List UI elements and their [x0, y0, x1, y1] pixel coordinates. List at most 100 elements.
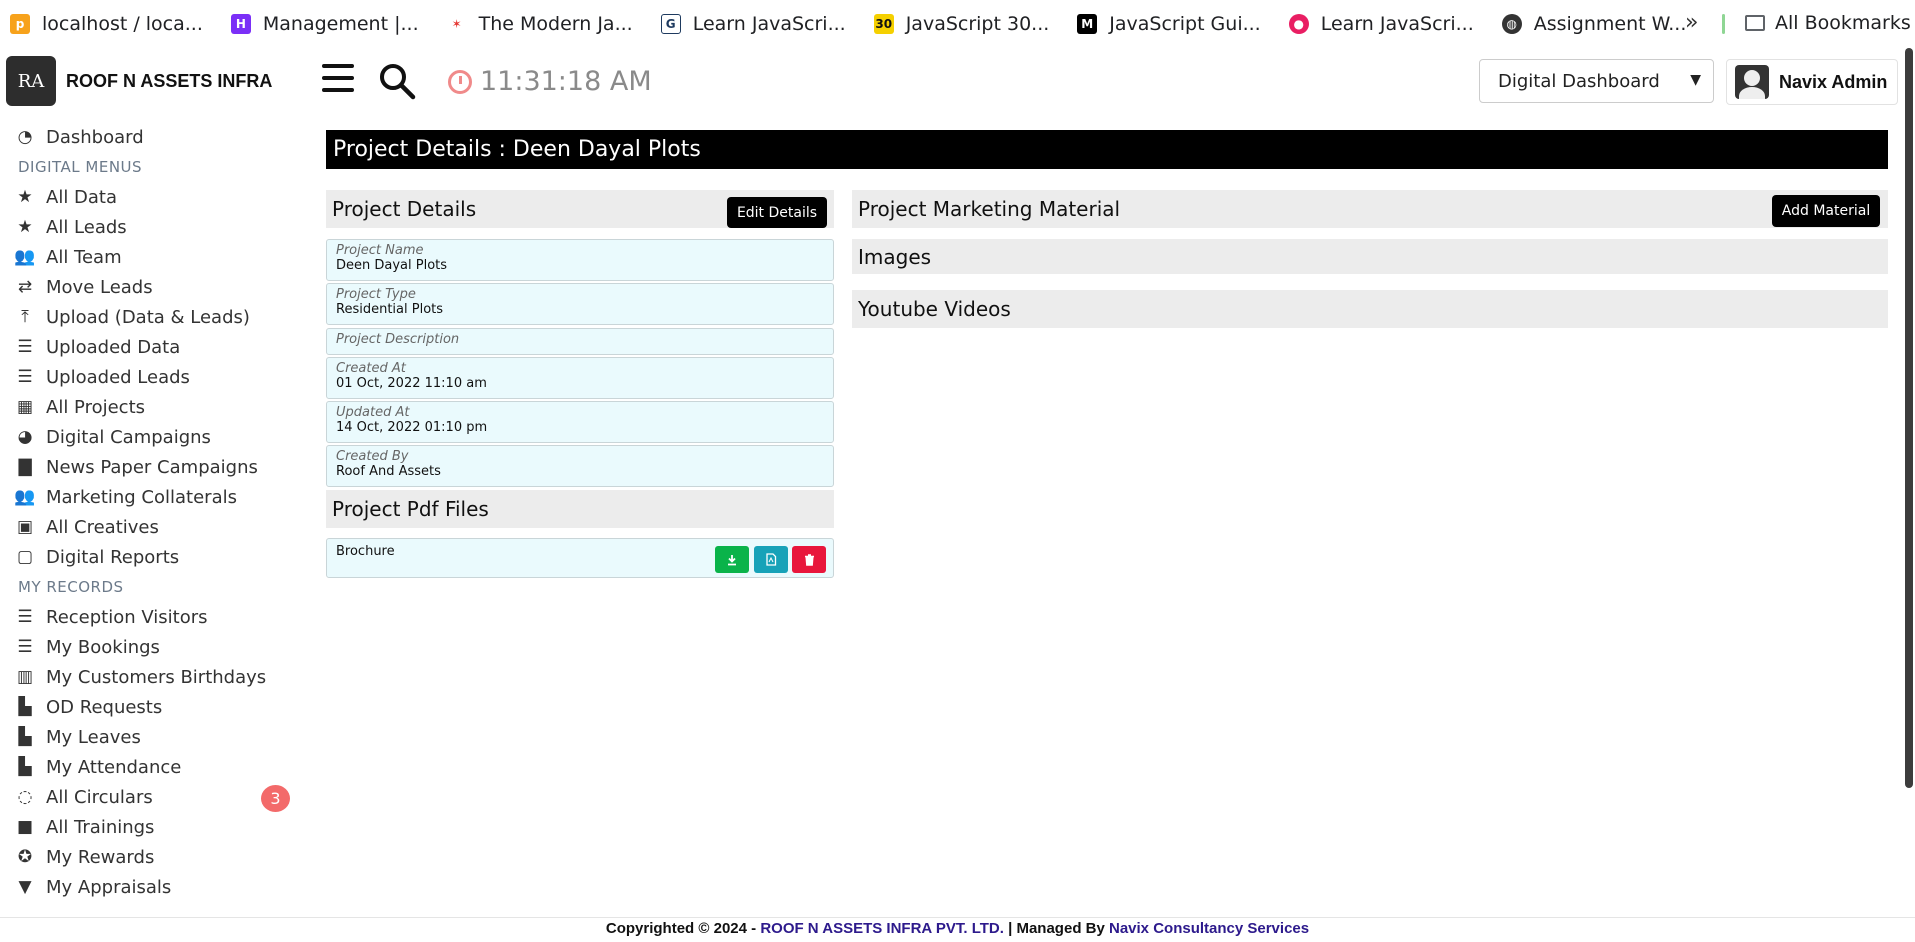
sidebar-item-upload[interactable]: ⤒ Upload (Data & Leads) — [0, 302, 300, 332]
chevron-down-icon: ▼ — [1690, 72, 1701, 88]
sidebar-item-my-appraisals[interactable]: ▼ My Appraisals — [0, 872, 300, 902]
cake-icon: ▥ — [16, 667, 34, 687]
sidebar-item-uploaded-leads[interactable]: ☰ Uploaded Leads — [0, 362, 300, 392]
m-logo-icon: M — [1077, 14, 1098, 34]
avatar — [1735, 65, 1769, 99]
star-icon: ★ — [17, 187, 33, 207]
page-scrollbar[interactable] — [1905, 48, 1913, 788]
sidebar-item-od-requests[interactable]: ▙ OD Requests — [0, 692, 300, 722]
project-details-heading: Project Details — [332, 197, 477, 221]
clock-icon — [448, 69, 472, 94]
trash-icon — [804, 553, 814, 566]
footer-divider — [0, 917, 1915, 918]
bookmarks-overflow-icon[interactable]: » — [1685, 10, 1698, 35]
download-button[interactable] — [715, 546, 749, 573]
field-updated-at: Updated At 14 Oct, 2022 01:10 pm — [326, 401, 834, 443]
table-icon: ▦ — [16, 397, 34, 417]
dashboard-icon: ◔ — [17, 127, 33, 147]
bookmark-js-guide[interactable]: M JavaScript Gui... — [1077, 13, 1261, 35]
images-header: Images — [852, 239, 1888, 274]
user-menu-button[interactable]: Navix Admin — [1726, 59, 1898, 105]
pdf-files-header: Project Pdf Files — [326, 490, 834, 528]
doc-icon: G — [660, 14, 681, 34]
page-title: Project Details : Deen Dayal Plots — [326, 130, 1888, 169]
sidebar-item-all-trainings[interactable]: ■ All Trainings — [0, 812, 300, 842]
field-created-at: Created At 01 Oct, 2022 11:10 am — [326, 357, 834, 399]
door-icon: ▙ — [18, 757, 32, 777]
sidebar-item-digital-campaigns[interactable]: ◕ Digital Campaigns — [0, 422, 300, 452]
bookmarks-divider — [1722, 14, 1725, 34]
marketing-material-heading: Project Marketing Material — [858, 197, 1121, 221]
star-icon: ★ — [17, 217, 33, 237]
marketing-material-header: Project Marketing Material — [852, 190, 1888, 228]
list-icon: ☰ — [17, 337, 33, 357]
sidebar-item-my-rewards[interactable]: ✪ My Rewards — [0, 842, 300, 872]
company-link[interactable]: ROOF N ASSETS INFRA PVT. LTD. — [760, 920, 1004, 937]
delete-button[interactable] — [792, 546, 826, 573]
field-project-description: Project Description — [326, 328, 834, 355]
sidebar-item-all-circulars[interactable]: ◌ All Circulars 3 — [0, 782, 300, 812]
field-project-type: Project Type Residential Plots — [326, 283, 834, 325]
sidebar-item-digital-reports[interactable]: ▢ Digital Reports — [0, 542, 300, 572]
list-icon: ☰ — [17, 367, 33, 387]
search-icon[interactable] — [378, 62, 416, 100]
footer: Copyrighted © 2024 - ROOF N ASSETS INFRA… — [605, 920, 1310, 937]
bookmarks-bar: p localhost / loca... H Management |... ✶ T… — [0, 0, 1915, 48]
view-pdf-button[interactable] — [754, 546, 788, 573]
sidebar-item-all-projects[interactable]: ▦ All Projects — [0, 392, 300, 422]
sidebar-item-all-team[interactable]: 👥 All Team — [0, 242, 300, 272]
sidebar-item-my-leaves[interactable]: ▙ My Leaves — [0, 722, 300, 752]
bookmark-javascript-30[interactable]: 30 JavaScript 30... — [873, 13, 1049, 35]
download-icon — [728, 554, 736, 565]
sidebar: ◔ Dashboard DIGITAL MENUS ★ All Data ★ All … — [0, 122, 300, 902]
video-icon: ■ — [16, 817, 34, 837]
sidebar-item-all-leads[interactable]: ★ All Leads — [0, 212, 300, 242]
user-name: Navix Admin — [1779, 71, 1888, 92]
sidebar-item-uploaded-data[interactable]: ☰ Uploaded Data — [0, 332, 300, 362]
youtube-videos-header: Youtube Videos — [852, 290, 1888, 328]
sidebar-item-reception-visitors[interactable]: ☰ Reception Visitors — [0, 602, 300, 632]
menu-toggle-icon[interactable] — [322, 64, 354, 92]
youtube-videos-heading: Youtube Videos — [858, 297, 1011, 321]
pdf-file-row: Brochure — [326, 538, 834, 578]
pdf-files-heading: Project Pdf Files — [332, 497, 489, 521]
palette-icon: ◕ — [17, 427, 33, 447]
door-icon: ▙ — [18, 727, 32, 747]
sidebar-item-move-leads[interactable]: ⇄ Move Leads — [0, 272, 300, 302]
edit-details-button[interactable]: Edit Details — [727, 197, 827, 228]
clock: 11:31:18 AM — [448, 66, 652, 97]
field-project-name: Project Name Deen Dayal Plots — [326, 239, 834, 281]
bookmark-modern-js[interactable]: ✶ The Modern Ja... — [446, 13, 633, 35]
bookmark-learn-js-2[interactable]: ● Learn JavaScri... — [1288, 13, 1474, 35]
bookmark-phpmyadmin[interactable]: p localhost / loca... — [10, 13, 203, 35]
bookmark-assignment[interactable]: ◍ Assignment W... — [1501, 13, 1686, 35]
sidebar-item-dashboard[interactable]: ◔ Dashboard — [0, 122, 300, 152]
folder-icon — [1745, 15, 1765, 31]
brand[interactable]: RA ROOF N ASSETS INFRA — [6, 56, 272, 106]
manager-link[interactable]: Navix Consultancy Services — [1109, 920, 1309, 937]
sidebar-item-all-creatives[interactable]: ▣ All Creatives — [0, 512, 300, 542]
sidebar-item-newspaper-campaigns[interactable]: ▇ News Paper Campaigns — [0, 452, 300, 482]
sidebar-item-my-attendance[interactable]: ▙ My Attendance — [0, 752, 300, 782]
bookmark-learn-js-1[interactable]: G Learn JavaScri... — [660, 13, 846, 35]
phpmyadmin-icon: p — [10, 14, 30, 34]
h-logo-icon: H — [230, 14, 251, 34]
sidebar-item-all-data[interactable]: ★ All Data — [0, 182, 300, 212]
sidebar-item-marketing-collaterals[interactable]: 👥 Marketing Collaterals — [0, 482, 300, 512]
images-heading: Images — [858, 244, 932, 269]
dashboard-select[interactable]: Digital Dashboard ▼ — [1479, 59, 1714, 103]
upload-icon: ⤒ — [21, 307, 29, 327]
sidebar-item-birthdays[interactable]: ▥ My Customers Birthdays — [0, 662, 300, 692]
sidebar-item-my-bookings[interactable]: ☰ My Bookings — [0, 632, 300, 662]
section-heading-records: MY RECORDS — [18, 578, 124, 596]
door-icon: ▙ — [18, 697, 32, 717]
all-bookmarks-button[interactable]: All Bookmarks — [1745, 12, 1911, 34]
section-heading-digital: DIGITAL MENUS — [18, 158, 143, 176]
bookmark-management[interactable]: H Management |... — [230, 13, 419, 35]
users-icon: 👥 — [14, 247, 36, 267]
add-material-button[interactable]: Add Material — [1772, 195, 1880, 227]
figure-icon: ✶ — [446, 14, 467, 34]
filter-icon: ▼ — [18, 877, 32, 897]
globe-icon: ◍ — [1501, 14, 1522, 34]
field-created-by: Created By Roof And Assets — [326, 445, 834, 487]
